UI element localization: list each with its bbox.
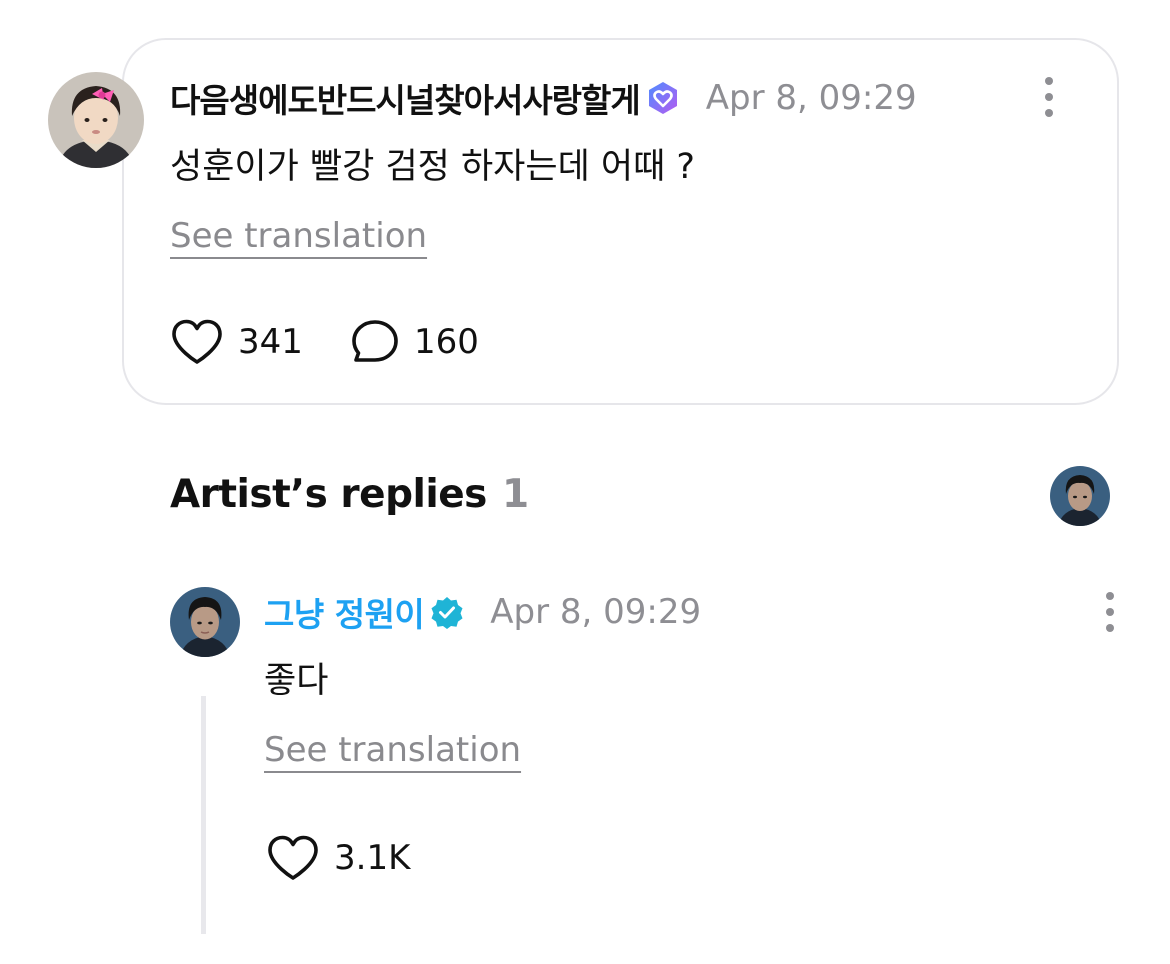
post-author-name[interactable]: 다음생에도반드시널찾아서사랑할게 [170,74,641,122]
comment-button[interactable]: 160 [350,314,479,370]
post-author-avatar[interactable] [48,72,144,168]
verified-check-icon [430,595,464,629]
comment-count: 160 [414,322,479,362]
reply-header: 그냥 정원이 Apr 8, 09:29 [264,588,701,636]
artist-replies-avatar[interactable] [1050,466,1110,526]
post-timestamp: Apr 8, 09:29 [705,78,917,118]
like-count: 341 [238,322,303,362]
heart-icon [170,318,224,366]
reply-timestamp: Apr 8, 09:29 [490,592,702,632]
like-count: 3.1K [334,838,411,878]
verified-heart-icon [646,81,680,115]
more-vertical-icon[interactable] [1034,73,1064,121]
see-translation-link[interactable]: See translation [170,216,427,256]
post-text: 성훈이가 빨강 검정 하자는데 어때 ? [170,147,696,187]
more-vertical-icon[interactable] [1095,588,1125,636]
like-button[interactable]: 341 [170,314,303,370]
comment-bubble-icon [350,318,400,366]
thread-line [201,696,206,934]
artist-replies-title: Artist’s replies [170,472,487,517]
like-button[interactable]: 3.1K [266,830,410,886]
post-header: 다음생에도반드시널찾아서사랑할게 Apr 8, 09:29 [170,74,917,122]
reply-text: 좋다 [264,661,329,701]
heart-icon [266,834,320,882]
see-translation-link[interactable]: See translation [264,730,521,770]
reply-author-avatar[interactable] [170,587,240,657]
artist-replies-count: 1 [502,472,530,517]
reply-author-name[interactable]: 그냥 정원이 [264,588,425,636]
